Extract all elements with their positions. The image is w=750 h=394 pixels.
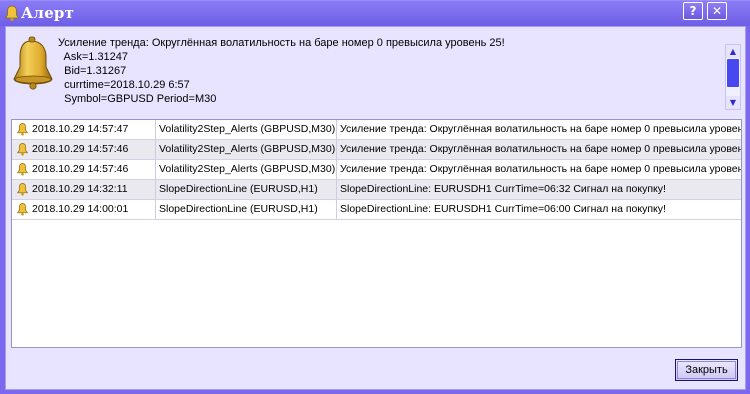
alert-source: SlopeDirectionLine (EURUSD,H1) [159,203,318,215]
message-line: currtime=2018.10.29 6:57 [58,79,190,91]
alert-source: Volatility2Step_Alerts (GBPUSD,M30) [159,143,336,155]
bell-icon [16,162,29,177]
close-window-button[interactable]: ✕ [707,2,727,20]
alert-text: Усиление тренда: Округлённая волатильнос… [340,143,742,155]
alert-time: 2018.10.29 14:32:11 [32,183,128,195]
bell-icon [16,142,29,157]
alert-text: Усиление тренда: Округлённая волатильнос… [340,123,742,135]
alert-text: SlopeDirectionLine: EURUSDH1 CurrTime=06… [340,203,666,215]
bell-icon [4,5,20,22]
column-divider [336,180,337,199]
message-line: Усиление тренда: Округлённая волатильнос… [58,37,505,49]
scroll-down-arrow-icon[interactable]: ▼ [726,96,740,109]
alert-row[interactable]: 2018.10.29 14:32:11 SlopeDirectionLine (E… [12,180,741,200]
alert-source: SlopeDirectionLine (EURUSD,H1) [159,183,318,195]
alert-window: Алерт ? ✕ Усиление тренда: Округлённая в… [0,0,750,394]
message-line: Symbol=GBPUSD Period=M30 [58,93,217,105]
alert-time: 2018.10.29 14:00:01 [32,203,129,215]
title-bar[interactable]: Алерт ? ✕ [0,1,750,26]
scroll-thumb[interactable] [727,59,739,87]
alert-time: 2018.10.29 14:57:46 [32,143,129,155]
alert-row[interactable]: 2018.10.29 14:57:46 Volatility2Step_Alert… [12,140,741,160]
column-divider [155,160,156,179]
alert-time: 2018.10.29 14:57:46 [32,163,129,175]
alert-text: SlopeDirectionLine: EURUSDH1 CurrTime=06… [340,183,666,195]
alert-row[interactable]: 2018.10.29 14:57:47 Volatility2Step_Alert… [12,120,741,140]
alert-source: Volatility2Step_Alerts (GBPUSD,M30) [159,163,336,175]
window-title: Алерт [21,4,75,22]
column-divider [155,200,156,219]
bell-icon [16,122,29,137]
column-divider [155,120,156,139]
alert-source: Volatility2Step_Alerts (GBPUSD,M30) [159,123,336,135]
message-line: Bid=1.31267 [58,65,127,77]
dialog-body: Усиление тренда: Округлённая волатильнос… [5,26,746,390]
message-line: Ask=1.31247 [58,51,129,63]
bell-icon [16,182,29,197]
alert-message: Усиление тренда: Округлённая волатильнос… [58,36,724,112]
help-button[interactable]: ? [683,2,703,20]
alert-text: Усиление тренда: Округлённая волатильнос… [340,163,742,175]
alert-row[interactable]: 2018.10.29 14:57:46 Volatility2Step_Alert… [12,160,741,180]
close-button[interactable]: Закрыть [675,359,738,381]
scroll-up-arrow-icon[interactable]: ▲ [726,45,740,58]
message-scrollbar[interactable]: ▲ ▼ [725,44,741,110]
column-divider [336,120,337,139]
column-divider [336,140,337,159]
column-divider [155,180,156,199]
bell-icon [16,202,29,217]
alert-time: 2018.10.29 14:57:47 [32,123,129,135]
bell-icon [13,36,53,90]
alert-list[interactable]: 2018.10.29 14:57:47 Volatility2Step_Alert… [11,119,742,348]
column-divider [155,140,156,159]
column-divider [336,160,337,179]
alert-row[interactable]: 2018.10.29 14:00:01 SlopeDirectionLine (E… [12,200,741,220]
column-divider [336,200,337,219]
